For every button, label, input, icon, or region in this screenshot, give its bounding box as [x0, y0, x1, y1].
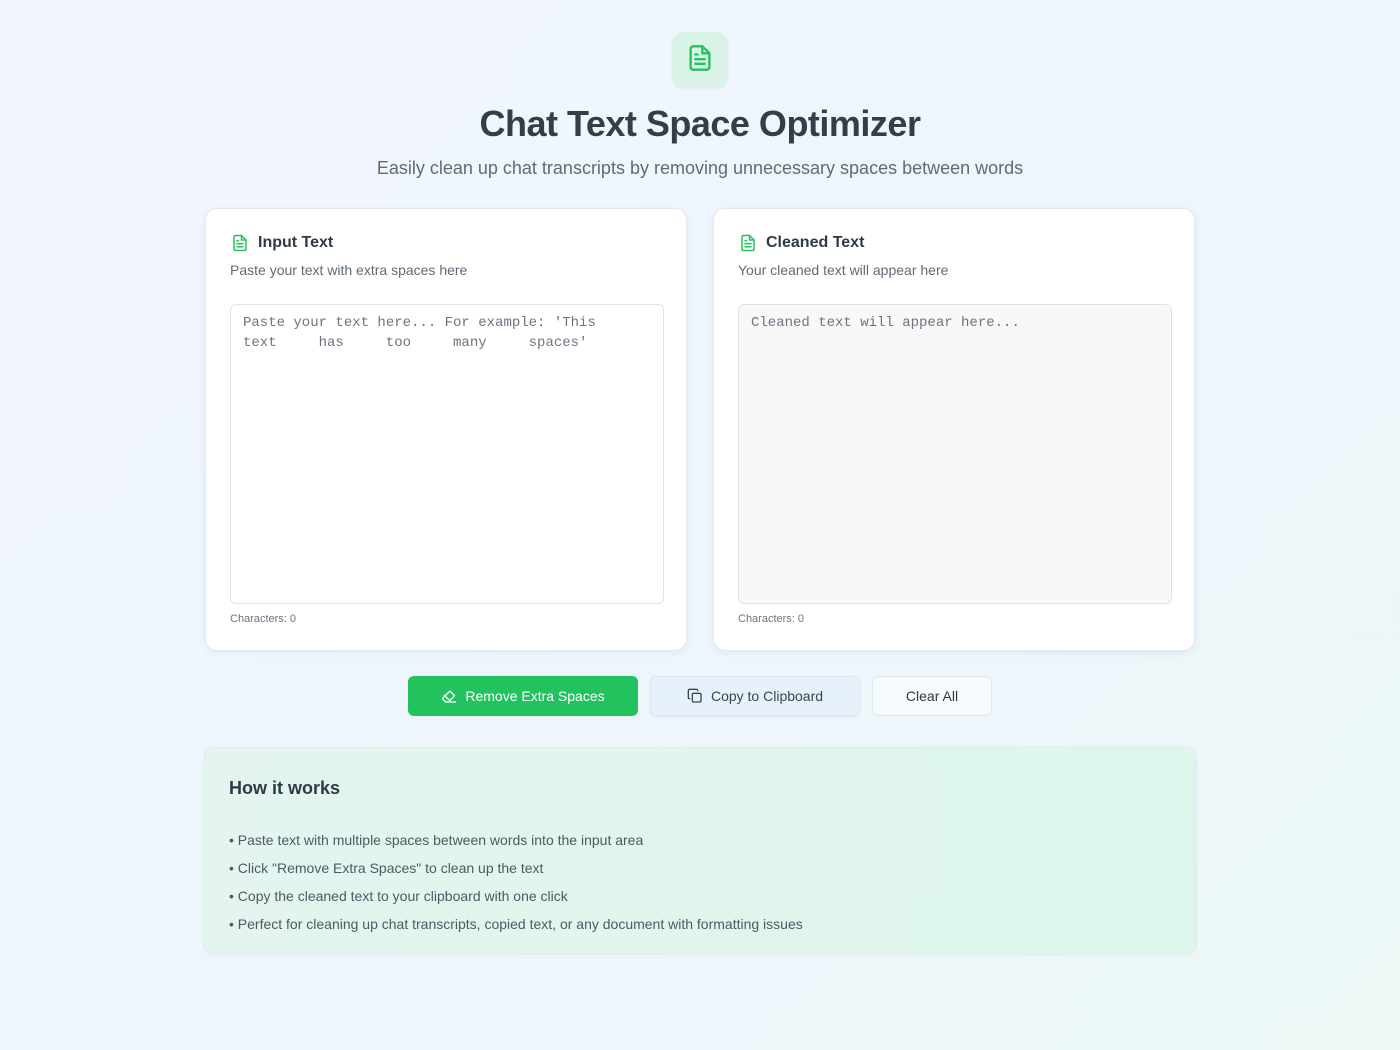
output-card-description: Your cleaned text will appear here: [738, 262, 949, 278]
list-item: • Click "Remove Extra Spaces" to clean u…: [229, 860, 544, 876]
output-card-header: Cleaned Text: [738, 233, 864, 253]
page-title: Chat Text Space Optimizer: [479, 103, 921, 144]
document-icon: [230, 233, 250, 253]
copy-icon: [687, 688, 703, 704]
remove-extra-spaces-button[interactable]: Remove Extra Spaces: [408, 676, 638, 716]
how-it-works-title: How it works: [229, 778, 341, 798]
how-it-works-list: • Paste text with multiple spaces betwee…: [229, 826, 1171, 938]
document-icon: [686, 44, 714, 77]
input-card-title: Input Text: [258, 234, 334, 251]
copy-to-clipboard-button[interactable]: Copy to Clipboard: [650, 676, 860, 716]
page-subtitle: Easily clean up chat transcripts by remo…: [376, 158, 1024, 178]
app-logo: [672, 32, 728, 88]
page-header: Chat Text Space Optimizer Easily clean u…: [0, 32, 1400, 180]
eraser-icon: [441, 688, 457, 704]
document-icon: [738, 233, 758, 253]
action-bar: Remove Extra Spaces Copy to Clipboard Cl…: [0, 676, 1400, 716]
copy-to-clipboard-label: Copy to Clipboard: [710, 688, 824, 704]
how-it-works-panel: How it works • Paste text with multiple …: [204, 747, 1196, 954]
clear-all-button[interactable]: Clear All: [872, 676, 992, 716]
output-textarea[interactable]: [738, 304, 1172, 604]
output-card-title: Cleaned Text: [766, 234, 865, 251]
input-character-count: Characters: 0: [230, 613, 297, 625]
input-text-card: Input Text Paste your text with extra sp…: [205, 208, 687, 651]
list-item: • Perfect for cleaning up chat transcrip…: [229, 916, 803, 932]
output-character-count: Characters: 0: [738, 613, 805, 625]
input-card-header: Input Text: [230, 233, 333, 253]
remove-extra-spaces-label: Remove Extra Spaces: [465, 688, 605, 704]
list-item: • Paste text with multiple spaces betwee…: [229, 832, 644, 848]
input-textarea[interactable]: [230, 304, 664, 604]
input-card-description: Paste your text with extra spaces here: [230, 262, 468, 278]
cleaned-text-card: Cleaned Text Your cleaned text will appe…: [713, 208, 1195, 651]
list-item: • Copy the cleaned text to your clipboar…: [229, 888, 568, 904]
